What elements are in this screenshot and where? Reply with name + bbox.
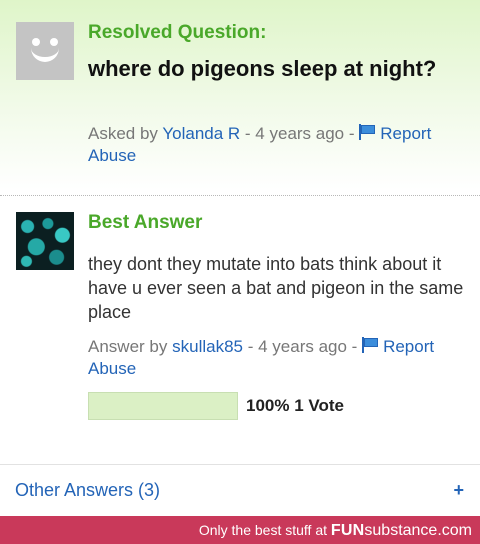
- answer-by-label: Answer by: [88, 337, 168, 356]
- best-answer-heading: Best Answer: [88, 212, 203, 233]
- answerer-avatar[interactable]: [16, 212, 74, 270]
- asker-link[interactable]: Yolanda R: [162, 124, 240, 143]
- footer-tagline: Only the best stuff at: [198, 522, 328, 538]
- answer-meta: Answer by skullak85 - 4 years ago - Repo…: [88, 336, 468, 380]
- logo-bold: FUN: [330, 522, 365, 539]
- question-meta: Asked by Yolanda R - 4 years ago - Repor…: [88, 123, 468, 167]
- flag-icon: [359, 124, 377, 140]
- default-avatar[interactable]: [16, 22, 74, 80]
- site-logo[interactable]: FUNsubstance.com: [330, 522, 472, 539]
- site-footer: Only the best stuff at FUNsubstance.com: [0, 516, 480, 544]
- question-title: where do pigeons sleep at night?: [88, 56, 437, 81]
- avatar-smile: [31, 46, 59, 62]
- vote-bar-fill: [89, 393, 237, 419]
- answerer-link[interactable]: skullak85: [172, 337, 243, 356]
- avatar-eye-right: [50, 38, 58, 46]
- answer-age: - 4 years ago -: [247, 337, 358, 356]
- logo-suffix: .com: [437, 522, 472, 539]
- vote-count: 100% 1 Vote: [246, 396, 344, 415]
- best-answer-text: they dont they mutate into bats think ab…: [88, 254, 464, 322]
- plus-icon[interactable]: +: [453, 480, 464, 501]
- other-answers-link[interactable]: Other Answers (3): [15, 480, 160, 501]
- section-divider: [0, 195, 480, 196]
- flag-icon: [362, 337, 380, 353]
- logo-rest: substance: [364, 522, 438, 539]
- asked-by-label: Asked by: [88, 124, 158, 143]
- other-answers-divider: [0, 464, 480, 465]
- question-age: - 4 years ago -: [244, 124, 355, 143]
- vote-bar: [88, 392, 238, 420]
- avatar-eye-left: [32, 38, 40, 46]
- question-section: Resolved Question: where do pigeons slee…: [0, 0, 480, 190]
- question-status: Resolved Question:: [88, 22, 267, 43]
